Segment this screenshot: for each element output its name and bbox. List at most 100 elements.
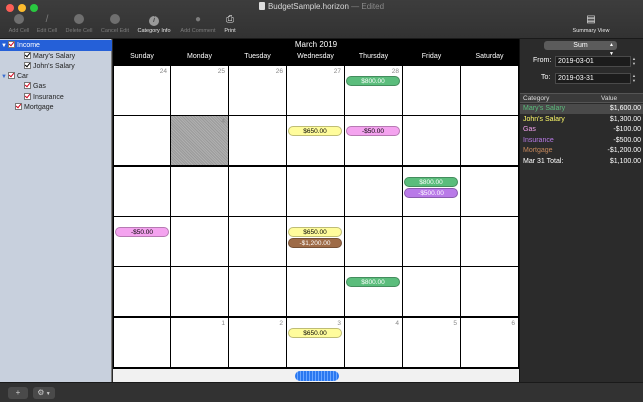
day-cell[interactable] (171, 217, 228, 266)
day-cell[interactable]: 25 (171, 66, 228, 115)
summary-category: Gas (523, 126, 536, 133)
entry-gas[interactable]: -$50.00 (346, 126, 400, 136)
summary-view-button[interactable]: ▤ Summary View (568, 14, 614, 34)
income-checkbox[interactable] (8, 41, 15, 48)
day-number: 26 (275, 68, 283, 75)
entry-insurance[interactable]: -$500.00 (404, 188, 458, 198)
day-cell[interactable] (403, 66, 460, 115)
day-cell[interactable]: 27 (287, 66, 344, 115)
day-cell[interactable]: 2 (229, 318, 286, 367)
summary-row[interactable]: Mar 31 Total: $1,100.00 (520, 157, 643, 167)
aggregate-mode-popup[interactable]: Sum ▲ ▼ (544, 41, 617, 57)
day-cell[interactable] (403, 217, 460, 266)
day-number: 1 (221, 320, 225, 327)
add-category-button[interactable]: + (8, 387, 28, 399)
day-number: 6 (511, 320, 515, 327)
window-titlebar: BudgetSample.horizon — Edited Add Cell /… (0, 0, 643, 39)
summary-row[interactable]: John's Salary $1,300.00 (520, 115, 643, 125)
marys-salary-checkbox[interactable] (24, 52, 31, 59)
add-cell-button[interactable]: Add Cell (6, 14, 32, 34)
day-cell[interactable] (287, 267, 344, 316)
day-cell[interactable] (461, 217, 518, 266)
entry-marys-salary[interactable]: $800.00 (346, 76, 400, 86)
day-cell[interactable] (345, 167, 402, 216)
summary-category: Insurance (523, 136, 554, 144)
day-cell[interactable] (114, 318, 170, 367)
day-cell[interactable]: 4 (345, 318, 402, 367)
day-cell[interactable]: 5 (403, 318, 460, 367)
car-checkbox[interactable] (8, 72, 15, 79)
day-number: 3 (337, 320, 341, 327)
day-cell[interactable] (461, 167, 518, 216)
sidebar-item-income[interactable]: ▼ Income (0, 40, 112, 51)
to-date-field[interactable]: 2019-03-31 ▲ ▼ (555, 73, 636, 84)
column-header-category[interactable]: Category (523, 94, 549, 103)
action-menu-button[interactable]: ⚙ ▼ (33, 387, 55, 399)
sidebar-item-gas[interactable]: Gas (0, 81, 112, 92)
summary-row[interactable]: Mary's Salary $1,600.00 (520, 104, 643, 114)
day-cell[interactable] (345, 267, 402, 316)
day-cell[interactable] (345, 116, 402, 165)
day-cell[interactable] (403, 267, 460, 316)
day-number: 5 (453, 320, 457, 327)
sidebar-item-mortgage[interactable]: Mortgage (0, 102, 112, 113)
day-cell[interactable] (403, 116, 460, 165)
print-button[interactable]: ⎙ Print (220, 14, 240, 34)
summary-row[interactable]: Mortgage -$1,200.00 (520, 146, 643, 156)
day-number: 4 (221, 118, 225, 125)
entry-mortgage[interactable]: -$1,200.00 (288, 238, 342, 248)
scrollbar-thumb[interactable] (295, 371, 339, 381)
category-info-button[interactable]: i Category Info (134, 14, 174, 34)
day-cell[interactable] (114, 267, 170, 316)
day-cell[interactable] (229, 116, 286, 165)
day-cell[interactable]: 24 (114, 66, 170, 115)
day-cell[interactable]: 28 (345, 66, 402, 115)
date-stepper-icon[interactable]: ▲ ▼ (631, 56, 637, 67)
johns-salary-checkbox[interactable] (24, 62, 31, 69)
day-cell[interactable] (171, 167, 228, 216)
day-cell[interactable] (229, 267, 286, 316)
entry-johns-salary[interactable]: $650.00 (288, 227, 342, 237)
day-cell[interactable]: 4 (171, 116, 228, 165)
weekday-header: Thursday (358, 53, 389, 60)
category-sidebar: ▼ Income Mary's Salary John's Salary ▼ Car… (0, 39, 112, 382)
add-comment-button[interactable]: ● Add Comment (178, 14, 218, 34)
summary-category: Mar 31 Total: (523, 157, 564, 165)
mortgage-checkbox[interactable] (15, 103, 22, 110)
entry-gas[interactable]: -$50.00 (115, 227, 169, 237)
day-cell[interactable]: 26 (229, 66, 286, 115)
day-cell[interactable] (114, 167, 170, 216)
to-label: To: (541, 74, 551, 81)
day-cell[interactable] (114, 116, 170, 165)
edit-cell-button[interactable]: / Edit Cell (34, 14, 60, 34)
day-cell[interactable] (287, 167, 344, 216)
day-cell[interactable] (114, 217, 170, 266)
delete-cell-button[interactable]: Delete Cell (62, 14, 96, 34)
summary-row[interactable]: Gas -$100.00 (520, 125, 643, 135)
day-cell[interactable]: 6 (461, 318, 518, 367)
cancel-edit-button[interactable]: Cancel Edit (98, 14, 132, 34)
gas-checkbox[interactable] (24, 82, 31, 89)
entry-marys-salary[interactable]: $800.00 (404, 177, 458, 187)
entry-marys-salary[interactable]: $800.00 (346, 277, 400, 287)
day-cell[interactable] (287, 116, 344, 165)
column-header-value[interactable]: Value (601, 94, 617, 103)
entry-johns-salary[interactable]: $650.00 (288, 328, 342, 338)
day-cell[interactable] (461, 66, 518, 115)
entry-johns-salary[interactable]: $650.00 (288, 126, 342, 136)
insurance-checkbox[interactable] (24, 93, 31, 100)
day-cell[interactable] (461, 116, 518, 165)
date-stepper-icon[interactable]: ▲ ▼ (631, 73, 637, 84)
day-cell[interactable] (229, 167, 286, 216)
from-date-field[interactable]: 2019-03-01 ▲ ▼ (555, 56, 636, 67)
day-cell[interactable]: 3 (287, 318, 344, 367)
day-cell[interactable] (345, 217, 402, 266)
day-cell[interactable]: 1 (171, 318, 228, 367)
summary-value: -$500.00 (613, 136, 641, 144)
day-cell[interactable] (461, 267, 518, 316)
day-cell[interactable] (229, 217, 286, 266)
day-cell[interactable] (171, 267, 228, 316)
window-title: BudgetSample.horizon — Edited (0, 2, 643, 11)
summary-row[interactable]: Insurance -$500.00 (520, 136, 643, 146)
day-number: 25 (217, 68, 225, 75)
